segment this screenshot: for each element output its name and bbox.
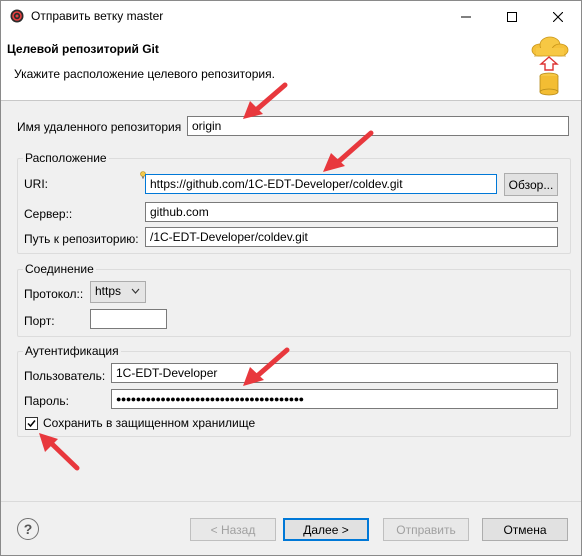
annotation-arrow-icon <box>243 82 288 119</box>
uri-label: URI: <box>24 177 48 191</box>
annotation-arrow-icon <box>243 347 290 386</box>
password-field[interactable]: ●●●●●●●●●●●●●●●●●●●●●●●●●●●●●●●●●●●●●● <box>111 389 558 409</box>
port-field[interactable] <box>90 309 167 329</box>
port-label: Порт: <box>24 314 55 328</box>
annotation-arrow-icon <box>323 130 374 172</box>
uri-field[interactable]: https://github.com/1C-EDT-Developer/cold… <box>145 174 497 194</box>
header-description: Укажите расположение целевого репозитори… <box>14 67 275 81</box>
checkmark-icon <box>27 420 36 428</box>
protocol-label: Протокол:: <box>24 287 84 301</box>
close-icon <box>553 11 563 22</box>
cloud-push-icon <box>531 36 569 96</box>
save-in-secure-storage-checkbox[interactable] <box>25 417 38 430</box>
cancel-button[interactable]: Отмена <box>482 518 568 541</box>
protocol-select[interactable]: https <box>90 281 146 303</box>
send-button[interactable]: Отправить <box>383 518 469 541</box>
close-button[interactable] <box>535 1 581 32</box>
password-label: Пароль: <box>24 394 69 408</box>
window-title: Отправить ветку master <box>31 9 164 23</box>
maximize-icon <box>507 11 517 22</box>
location-legend: Расположение <box>23 151 109 165</box>
annotation-arrow-icon <box>39 433 80 471</box>
browse-button[interactable]: Обзор... <box>504 173 558 196</box>
minimize-icon <box>461 16 471 17</box>
title-bar: Отправить ветку master <box>1 1 581 32</box>
repo-path-field[interactable]: /1C-EDT-Developer/coldev.git <box>145 227 558 247</box>
repo-path-label: Путь к репозиторию: <box>24 232 139 246</box>
footer-divider <box>1 501 581 502</box>
push-branch-dialog: Отправить ветку master Целевой репозитор… <box>0 0 582 556</box>
maximize-button[interactable] <box>489 1 535 32</box>
wizard-header: Целевой репозиторий Git Укажите располож… <box>1 32 581 101</box>
next-button[interactable]: Далее > <box>283 518 369 541</box>
minimize-button[interactable] <box>443 1 489 32</box>
back-button[interactable]: < Назад <box>190 518 276 541</box>
server-field[interactable]: github.com <box>145 202 558 222</box>
header-title: Целевой репозиторий Git <box>7 42 159 56</box>
remote-name-label: Имя удаленного репозитория <box>17 120 182 134</box>
auth-legend: Аутентификация <box>23 344 121 358</box>
server-label: Сервер:: <box>24 207 73 221</box>
app-icon <box>10 9 24 23</box>
protocol-value: https <box>95 284 122 298</box>
help-icon: ? <box>23 521 33 537</box>
chevron-down-icon <box>131 288 140 294</box>
save-in-secure-storage-label[interactable]: Сохранить в защищенном хранилище <box>43 416 255 430</box>
user-field[interactable]: 1C-EDT-Developer <box>111 363 558 383</box>
help-button[interactable]: ? <box>17 518 39 540</box>
connection-legend: Соединение <box>23 262 96 276</box>
user-label: Пользователь: <box>24 369 106 383</box>
